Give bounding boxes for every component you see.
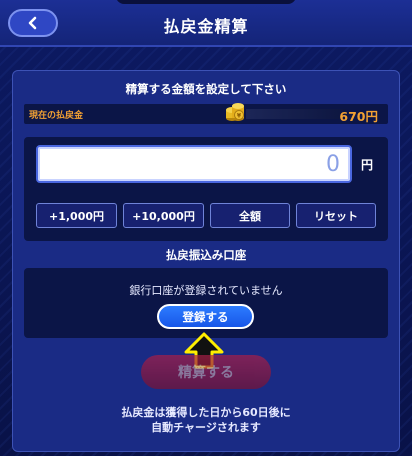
note-line-2: 自動チャージされます xyxy=(151,421,261,434)
add-10000-button[interactable]: +10,000円 xyxy=(123,203,204,228)
app-header: 払戻金精算 xyxy=(0,0,412,47)
balance-value: 670円 xyxy=(339,109,378,124)
amount-input[interactable] xyxy=(36,145,352,183)
bank-status-message: 銀行口座が登録されていません xyxy=(129,284,283,297)
balance-track xyxy=(246,109,346,119)
amount-unit: 円 xyxy=(361,158,374,172)
register-bank-button[interactable]: 登録する xyxy=(157,304,254,329)
instruction-text: 精算する金額を設定して下さい xyxy=(125,82,287,96)
full-amount-button[interactable]: 全額 xyxy=(210,203,290,228)
reset-button[interactable]: リセット xyxy=(296,203,376,228)
note-line-1: 払戻金は獲得した日から60日後に xyxy=(121,406,291,419)
header-notch xyxy=(116,0,296,4)
bank-section-title: 払戻振込み口座 xyxy=(165,248,247,262)
auto-charge-note: 払戻金は獲得した日から60日後に 自動チャージされます xyxy=(0,405,412,435)
add-1000-button[interactable]: +1,000円 xyxy=(36,203,117,228)
settle-button[interactable]: 精算する xyxy=(141,355,271,389)
page-title: 払戻金精算 xyxy=(163,17,249,36)
balance-bar: 現在の払戻金 ¥ 670円 xyxy=(24,103,388,124)
balance-label: 現在の払戻金 xyxy=(29,111,84,121)
coin-stack-icon: ¥ xyxy=(226,103,244,121)
